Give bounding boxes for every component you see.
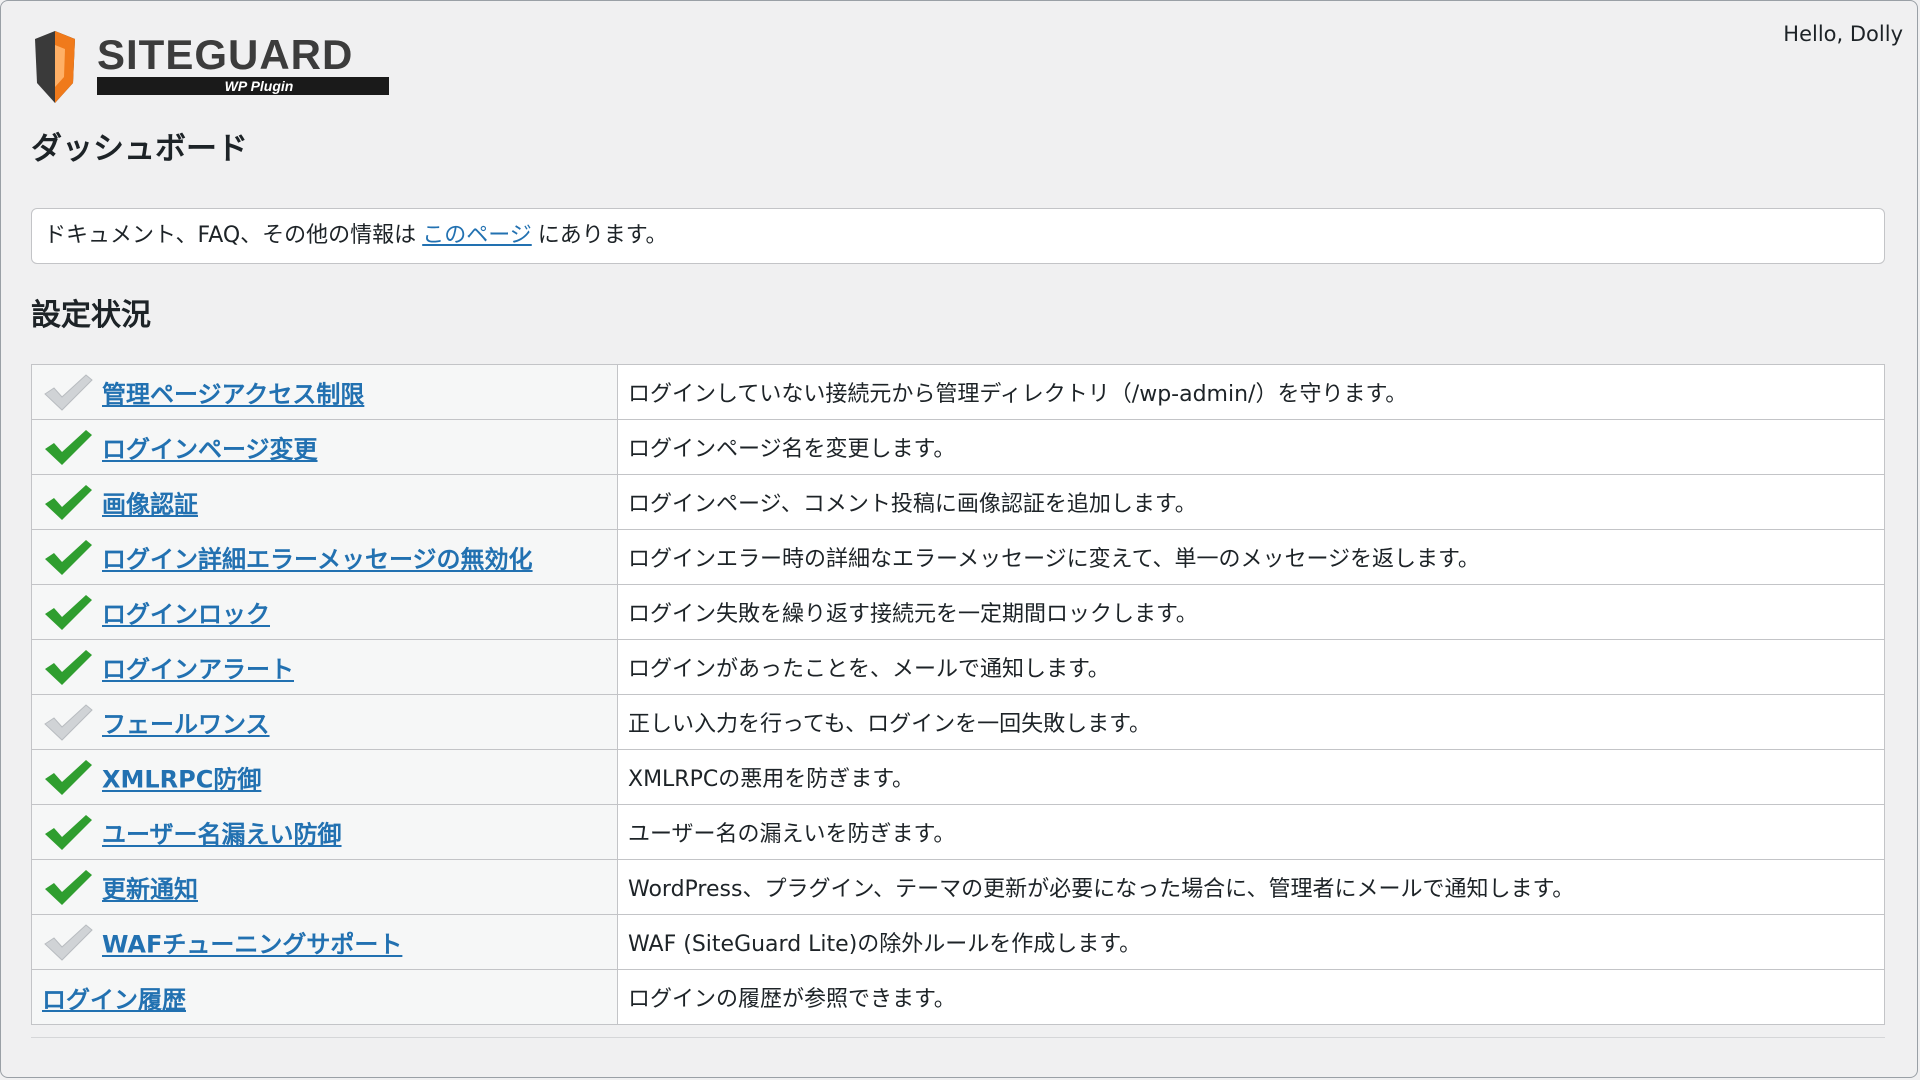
feature-name-cell: XMLRPC防御 [31,749,618,805]
feature-link[interactable]: WAFチューニングサポート [102,931,402,959]
table-row: 画像認証 ログインページ、コメント投稿に画像認証を追加します。 [31,474,1885,530]
feature-description: 正しい入力を行っても、ログインを一回失敗します。 [617,694,1885,750]
feature-link[interactable]: XMLRPC防御 [102,766,261,794]
check-enabled-icon [45,540,92,575]
feature-description: ログインしていない接続元から管理ディレクトリ（/wp-admin/）を守ります。 [617,364,1885,420]
feature-link[interactable]: 管理ページアクセス制限 [102,381,364,409]
feature-description: ログインエラー時の詳細なエラーメッセージに変えて、単一のメッセージを返します。 [617,529,1885,585]
feature-description: ログインがあったことを、メールで通知します。 [617,639,1885,695]
table-row: 更新通知 WordPress、プラグイン、テーマの更新が必要になった場合に、管理者… [31,859,1885,915]
docs-link[interactable]: このページ [422,223,532,248]
feature-description: WordPress、プラグイン、テーマの更新が必要になった場合に、管理者にメール… [617,859,1885,915]
feature-link[interactable]: ログインロック [102,601,270,629]
bottom-divider [31,1037,1885,1038]
check-enabled-icon [45,485,92,520]
table-row: XMLRPC防御 XMLRPCの悪用を防ぎます。 [31,749,1885,805]
check-enabled-icon [45,815,92,850]
feature-link[interactable]: ログイン詳細エラーメッセージの無効化 [102,546,533,574]
table-row: ユーザー名漏えい防御 ユーザー名の漏えいを防ぎます。 [31,804,1885,860]
feature-description: XMLRPCの悪用を防ぎます。 [617,749,1885,805]
feature-description: ログイン失敗を繰り返す接続元を一定期間ロックします。 [617,584,1885,640]
check-disabled-icon [44,704,93,741]
feature-name-cell: 管理ページアクセス制限 [31,364,618,420]
feature-name-cell: ユーザー名漏えい防御 [31,804,618,860]
page-title: ダッシュボード [31,131,248,167]
table-row: ログインロック ログイン失敗を繰り返す接続元を一定期間ロックします。 [31,584,1885,640]
feature-name-cell: フェールワンス [31,694,618,750]
feature-name-cell: ログインページ変更 [31,419,618,475]
siteguard-logo: SITEGUARD WP Plugin [35,31,389,103]
check-enabled-icon [45,650,92,685]
feature-link[interactable]: ログインアラート [102,656,294,684]
check-enabled-icon [45,595,92,630]
feature-status-table: 管理ページアクセス制限 ログインしていない接続元から管理ディレクトリ（/wp-ad… [31,364,1885,1025]
greeting: Hello, Dolly [1783,22,1903,46]
feature-link[interactable]: フェールワンス [102,711,270,739]
feature-name-cell: ログイン詳細エラーメッセージの無効化 [31,529,618,585]
feature-link[interactable]: ユーザー名漏えい防御 [102,821,342,849]
logo-sub: WP Plugin [225,78,294,94]
check-enabled-icon [45,760,92,795]
feature-link[interactable]: 更新通知 [102,876,198,904]
notice-text-before: ドキュメント、FAQ、その他の情報は [44,223,417,248]
notice-text-after: にあります。 [537,223,668,248]
table-row: ログイン履歴 ログインの履歴が参照できます。 [31,969,1885,1025]
check-enabled-icon [45,430,92,465]
feature-description: ログインページ、コメント投稿に画像認証を追加します。 [617,474,1885,530]
feature-name-cell: 画像認証 [31,474,618,530]
app-window: Hello, Dolly SITEGUARD WP Plugin ダッシュボード… [0,0,1918,1078]
feature-description: ログインの履歴が参照できます。 [617,969,1885,1025]
check-disabled-icon [44,924,93,961]
feature-name-cell: ログイン履歴 [31,969,618,1025]
table-row: フェールワンス 正しい入力を行っても、ログインを一回失敗します。 [31,694,1885,750]
info-notice: ドキュメント、FAQ、その他の情報は このページ にあります。 [31,208,1885,264]
feature-link[interactable]: ログイン履歴 [42,986,186,1014]
feature-link[interactable]: 画像認証 [102,491,198,519]
logo-brand: SITEGUARD [97,31,353,78]
feature-name-cell: ログインロック [31,584,618,640]
table-row: ログイン詳細エラーメッセージの無効化 ログインエラー時の詳細なエラーメッセージに変… [31,529,1885,585]
table-row: 管理ページアクセス制限 ログインしていない接続元から管理ディレクトリ（/wp-ad… [31,364,1885,420]
feature-name-cell: ログインアラート [31,639,618,695]
table-row: ログインページ変更 ログインページ名を変更します。 [31,419,1885,475]
feature-link[interactable]: ログインページ変更 [102,436,318,464]
feature-name-cell: 更新通知 [31,859,618,915]
section-title: 設定状況 [31,298,151,333]
table-row: WAFチューニングサポート WAF (SiteGuard Lite)の除外ルールを… [31,914,1885,970]
feature-description: ログインページ名を変更します。 [617,419,1885,475]
feature-description: ユーザー名の漏えいを防ぎます。 [617,804,1885,860]
feature-name-cell: WAFチューニングサポート [31,914,618,970]
check-enabled-icon [45,870,92,905]
table-row: ログインアラート ログインがあったことを、メールで通知します。 [31,639,1885,695]
feature-description: WAF (SiteGuard Lite)の除外ルールを作成します。 [617,914,1885,970]
check-disabled-icon [44,374,93,411]
